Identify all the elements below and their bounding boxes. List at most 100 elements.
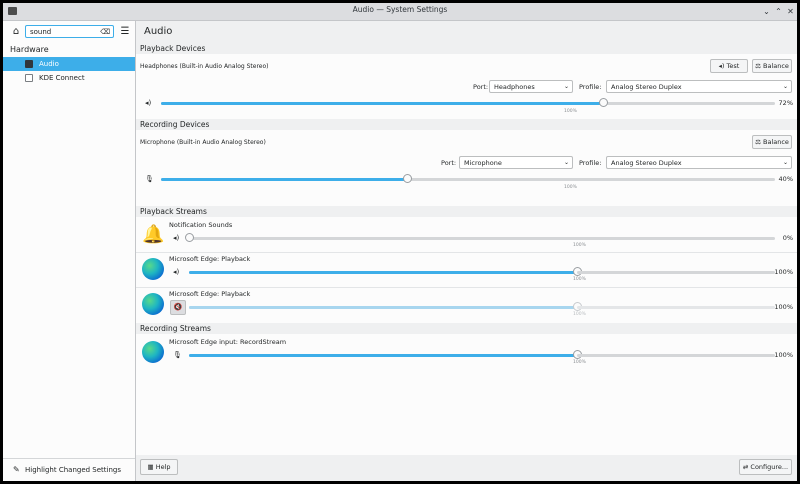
volume-percent: 100% <box>774 268 793 276</box>
highlight-pen-icon: ✎ <box>13 465 20 474</box>
stream-name: Microsoft Edge: Playback <box>169 290 251 298</box>
section-playback-devices: Playback Devices <box>136 43 797 54</box>
hundred-percent-mark: 100% <box>573 243 586 248</box>
section-recording-streams: Recording Streams <box>136 323 797 334</box>
divider <box>136 252 797 253</box>
chevron-down-icon: ⌄ <box>782 83 788 90</box>
hundred-percent-mark: 100% <box>573 312 586 317</box>
audio-content: Playback Devices Headphones (Built-in Au… <box>136 43 797 455</box>
recording-balance-button[interactable]: ⚖ Balance <box>752 135 792 149</box>
highlight-changed-settings-button[interactable]: ✎ Highlight Changed Settings <box>3 458 135 481</box>
divider <box>136 287 797 288</box>
volume-percent: 100% <box>774 351 793 359</box>
hamburger-menu-icon[interactable]: ☰ <box>119 25 131 39</box>
stream-volume-slider[interactable] <box>185 233 775 242</box>
playback-profile-select[interactable]: Analog Stereo Duplex ⌄ <box>606 80 792 93</box>
playback-device-label: Headphones (Built-in Audio Analog Stereo… <box>140 63 269 70</box>
test-button[interactable]: ◂) Test <box>710 59 748 73</box>
edge-icon <box>142 341 164 363</box>
stream-name: Notification Sounds <box>169 221 233 229</box>
section-recording-devices: Recording Devices <box>136 119 797 130</box>
volume-fill <box>189 271 577 274</box>
hundred-percent-mark: 100% <box>573 360 586 365</box>
volume-fill <box>189 354 577 357</box>
over-amplification-track <box>577 306 775 309</box>
sidebar: ⌂ sound ⌫ ☰ Hardware Audio KDE Connect ✎… <box>3 21 136 481</box>
volume-fill <box>161 102 604 105</box>
configure-label: Configure... <box>750 463 789 471</box>
slider-handle[interactable] <box>599 98 609 107</box>
volume-percent: 0% <box>782 234 793 242</box>
category-heading: Hardware <box>10 45 49 54</box>
close-icon[interactable]: ✕ <box>785 6 796 17</box>
maximize-icon[interactable]: ⌃ <box>773 6 784 17</box>
minimize-icon[interactable]: ⌄ <box>761 6 772 17</box>
recording-volume-slider[interactable] <box>161 174 775 183</box>
highlight-label: Highlight Changed Settings <box>25 466 122 474</box>
profile-value: Analog Stereo Duplex <box>611 159 682 167</box>
hundred-percent-mark: 100% <box>564 185 577 190</box>
playback-port-select[interactable]: Headphones ⌄ <box>489 80 573 93</box>
volume-icon[interactable]: ◂) <box>173 234 179 242</box>
footer-bar: ⇄ Configure... <box>136 455 797 481</box>
help-label: Help <box>155 463 171 471</box>
hundred-percent-mark: 100% <box>564 109 577 114</box>
search-input[interactable]: sound ⌫ <box>25 25 114 38</box>
edge-icon <box>142 258 164 280</box>
stream-volume-slider[interactable] <box>189 350 582 359</box>
volume-fill <box>161 178 407 181</box>
volume-percent: 40% <box>778 175 793 183</box>
volume-percent: 100% <box>774 303 793 311</box>
playback-volume-slider[interactable] <box>161 98 775 107</box>
sidebar-item-kde-connect[interactable]: KDE Connect <box>3 71 135 85</box>
chevron-down-icon: ⌄ <box>782 159 788 166</box>
phone-icon <box>25 74 33 82</box>
microphone-icon[interactable]: 🎙 <box>173 351 182 359</box>
main-panel: Audio Playback Devices Headphones (Built… <box>136 21 797 481</box>
profile-value: Analog Stereo Duplex <box>611 83 682 91</box>
volume-percent: 72% <box>778 99 793 107</box>
port-value: Microphone <box>464 159 502 167</box>
sidebar-item-label: Audio <box>39 60 59 68</box>
home-icon[interactable]: ⌂ <box>9 25 23 39</box>
volume-fill <box>189 306 577 309</box>
help-icon: ▦ <box>147 463 156 471</box>
volume-icon[interactable]: ◂) <box>145 99 151 107</box>
configure-button[interactable]: ⇄ Configure... <box>739 459 792 475</box>
chevron-down-icon: ⌄ <box>563 83 569 90</box>
hundred-percent-mark: 100% <box>573 277 586 282</box>
section-playback-streams: Playback Streams <box>136 206 797 217</box>
over-amplification-track <box>577 354 775 357</box>
stream-name: Microsoft Edge input: RecordStream <box>169 338 287 346</box>
system-settings-window: Audio — System Settings ⌄ ⌃ ✕ ⌂ sound ⌫ … <box>3 3 797 481</box>
over-amplification-track <box>577 271 775 274</box>
sidebar-item-label: KDE Connect <box>39 74 85 82</box>
help-button[interactable]: ▦ Help <box>140 459 178 475</box>
slider-handle[interactable] <box>402 174 412 183</box>
stream-volume-slider[interactable] <box>189 267 582 276</box>
microphone-muted-icon[interactable]: 🎙 <box>145 175 154 183</box>
clear-search-icon[interactable]: ⌫ <box>100 26 110 39</box>
volume-icon[interactable]: ◂) <box>173 268 179 276</box>
stream-volume-slider[interactable] <box>189 302 582 311</box>
profile-label: Profile: <box>579 159 602 167</box>
sidebar-toolbar: ⌂ sound ⌫ ☰ <box>3 21 135 43</box>
balance-icon: ⚖ <box>755 62 763 70</box>
balance-label: Balance <box>762 62 789 70</box>
bell-icon: 🔔 <box>142 224 165 245</box>
speaker-icon: ◂) <box>718 62 727 70</box>
mute-toggle-icon[interactable]: 🔇 <box>170 300 186 315</box>
balance-icon: ⚖ <box>755 138 763 146</box>
slider-handle[interactable] <box>185 233 194 242</box>
playback-balance-button[interactable]: ⚖ Balance <box>752 59 792 73</box>
sidebar-item-audio[interactable]: Audio <box>3 57 135 71</box>
speaker-device-icon <box>25 60 33 68</box>
search-value: sound <box>30 28 52 36</box>
recording-port-select[interactable]: Microphone ⌄ <box>459 156 573 169</box>
profile-label: Profile: <box>579 83 602 91</box>
recording-profile-select[interactable]: Analog Stereo Duplex ⌄ <box>606 156 792 169</box>
window-title: Audio — System Settings <box>352 5 448 14</box>
title-bar[interactable]: Audio — System Settings ⌄ ⌃ ✕ <box>3 3 797 21</box>
page-title: Audio <box>144 26 173 37</box>
port-label: Port: <box>473 83 489 91</box>
